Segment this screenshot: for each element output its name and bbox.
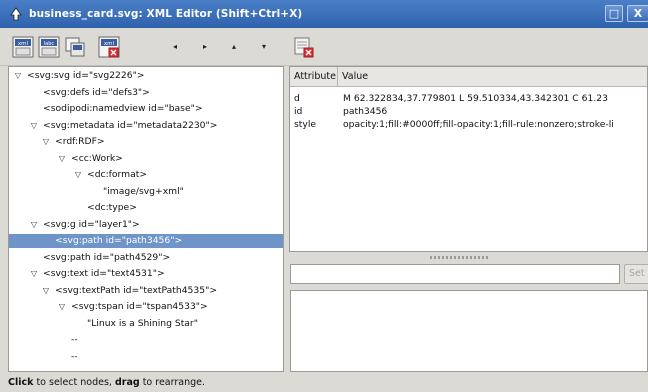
tree-node-label: -- [71,350,78,362]
attribute-value-textarea[interactable] [290,290,648,372]
expander-triangle-icon[interactable]: ▽ [41,135,51,149]
tree-node[interactable]: ▽ <svg:g id="layer1"> [9,218,283,232]
attribute-name-input[interactable] [290,264,620,284]
attribute-name: d [294,93,300,104]
tree-node-label: <rdf:RDF> [55,136,105,147]
delete-node-icon[interactable]: xml [98,36,120,58]
tree-node[interactable]: -- [9,333,283,347]
tree-node[interactable]: ▽ <svg:textPath id="textPath4535"> [9,284,283,298]
close-button[interactable]: X [627,5,648,22]
svg-text:xml: xml [18,41,29,47]
status-text-2: to rearrange. [139,377,205,388]
tree-node[interactable]: <svg:path id="path4529"> [9,251,283,265]
xml-editor-toolbar: xml labc xml ◂ ▸ ▴ ▾ [0,28,648,66]
value-column-header[interactable]: Value [338,67,647,87]
tree-node-label: <svg:g id="layer1"> [43,218,140,230]
status-drag-word: drag [114,377,140,388]
status-click-word: Click [8,377,34,388]
status-text-1: to select nodes, [33,377,115,388]
window-titlebar: business_card.svg: XML Editor (Shift+Ctr… [0,0,648,28]
new-text-node-icon[interactable]: labc [38,36,60,58]
attribute-value: M 62.322834,37.779801 L 59.510334,43.342… [343,93,608,104]
attribute-row[interactable]: id path3456 [290,106,647,118]
maximize-icon: □ [608,7,620,20]
tree-node-label: <dc:format> [87,169,148,180]
tree-node-label: "image/svg+xml" [103,185,184,197]
raise-node-icon[interactable]: ▴ [229,42,239,52]
close-icon: X [633,7,643,20]
tree-node-label: <svg:text id="text4531"> [43,268,165,279]
delete-attribute-icon[interactable] [293,36,315,58]
tree-node-label: <sodipodi:namedview id="base"> [43,103,203,114]
window-title: business_card.svg: XML Editor (Shift+Ctr… [29,8,303,20]
tree-node[interactable]: ▽ <rdf:RDF> [9,135,283,149]
tree-node[interactable]: ▽ <svg:text id="text4531"> [9,267,283,281]
expander-triangle-icon[interactable]: ▽ [29,119,39,133]
expander-triangle-icon[interactable]: ▽ [13,69,23,83]
tree-node-label: <svg:svg id="svg2226"> [27,70,145,81]
expander-triangle-icon[interactable]: ▽ [29,267,39,281]
attribute-name: id [294,106,303,117]
tree-node-label: <svg:path id="path3456"> [55,235,183,246]
tree-node-label: <svg:metadata id="metadata2230"> [43,119,218,131]
attribute-value: opacity:1;fill:#0000ff;fill-opacity:1;fi… [343,119,614,130]
tree-node-label: <svg:defs id="defs3"> [43,86,150,98]
attribute-column-header[interactable]: Attribute [290,67,338,87]
new-element-node-icon[interactable]: xml [12,36,34,58]
attribute-row[interactable]: style opacity:1;fill:#0000ff;fill-opacity… [290,119,647,131]
expander-triangle-icon[interactable]: ▽ [41,284,51,298]
lower-node-icon[interactable]: ▾ [259,42,269,52]
attribute-row[interactable]: d M 62.322834,37.779801 L 59.510334,43.34… [290,93,647,105]
tree-node[interactable]: "image/svg+xml" [9,185,283,199]
tree-node[interactable]: -- [9,350,283,364]
tree-node-label: <svg:path id="path4529"> [43,251,171,263]
attribute-table[interactable]: Attribute Value d M 62.322834,37.779801 L… [289,66,648,252]
panel-divider[interactable] [284,66,288,372]
tree-node-label: "Linux is a Shining Star" [87,317,198,329]
svg-text:labc: labc [44,41,55,47]
tree-node[interactable]: <svg:defs id="defs3"> [9,86,283,100]
tree-node[interactable]: ▽ <dc:format> [9,168,283,182]
status-bar: Click to select nodes, drag to rearrange… [0,373,648,392]
expander-triangle-icon[interactable]: ▽ [57,152,67,166]
expander-triangle-icon[interactable]: ▽ [29,218,39,232]
tree-node[interactable]: ▽ <svg:tspan id="tspan4533"> [9,300,283,314]
unindent-node-icon[interactable]: ◂ [170,42,180,52]
tree-node[interactable]: <sodipodi:namedview id="base"> [9,102,283,116]
duplicate-node-icon[interactable] [64,36,86,58]
tree-node[interactable]: <dc:type> [9,201,283,215]
tree-node[interactable]: <svg:path id="path3456"> [9,234,283,248]
indent-node-icon[interactable]: ▸ [200,42,210,52]
tree-node[interactable]: ▽ <svg:svg id="svg2226"> [9,69,283,83]
attribute-name: style [294,119,317,130]
attribute-table-header: Attribute Value [290,67,647,87]
inkscape-app-icon [10,7,22,21]
pane-resize-grip[interactable] [430,256,490,259]
tree-node-label: <svg:tspan id="tspan4533"> [71,301,208,312]
tree-node-label: <dc:type> [87,202,137,213]
svg-text:xml: xml [104,41,115,47]
tree-node-label: -- [71,334,78,345]
attribute-value: path3456 [343,106,388,117]
expander-triangle-icon[interactable]: ▽ [57,300,67,314]
tree-node-label: <svg:textPath id="textPath4535"> [55,284,218,296]
tree-node[interactable]: ▽ <svg:metadata id="metadata2230"> [9,119,283,133]
xml-node-tree[interactable]: ▽ <svg:svg id="svg2226"> <svg:defs id="def… [8,66,284,372]
tree-node-label: <cc:Work> [71,152,123,164]
tree-node[interactable]: "Linux is a Shining Star" [9,317,283,331]
set-attribute-button[interactable]: Set [624,264,648,284]
expander-triangle-icon[interactable]: ▽ [73,168,83,182]
tree-node[interactable]: ▽ <cc:Work> [9,152,283,166]
maximize-button[interactable]: □ [605,5,623,22]
